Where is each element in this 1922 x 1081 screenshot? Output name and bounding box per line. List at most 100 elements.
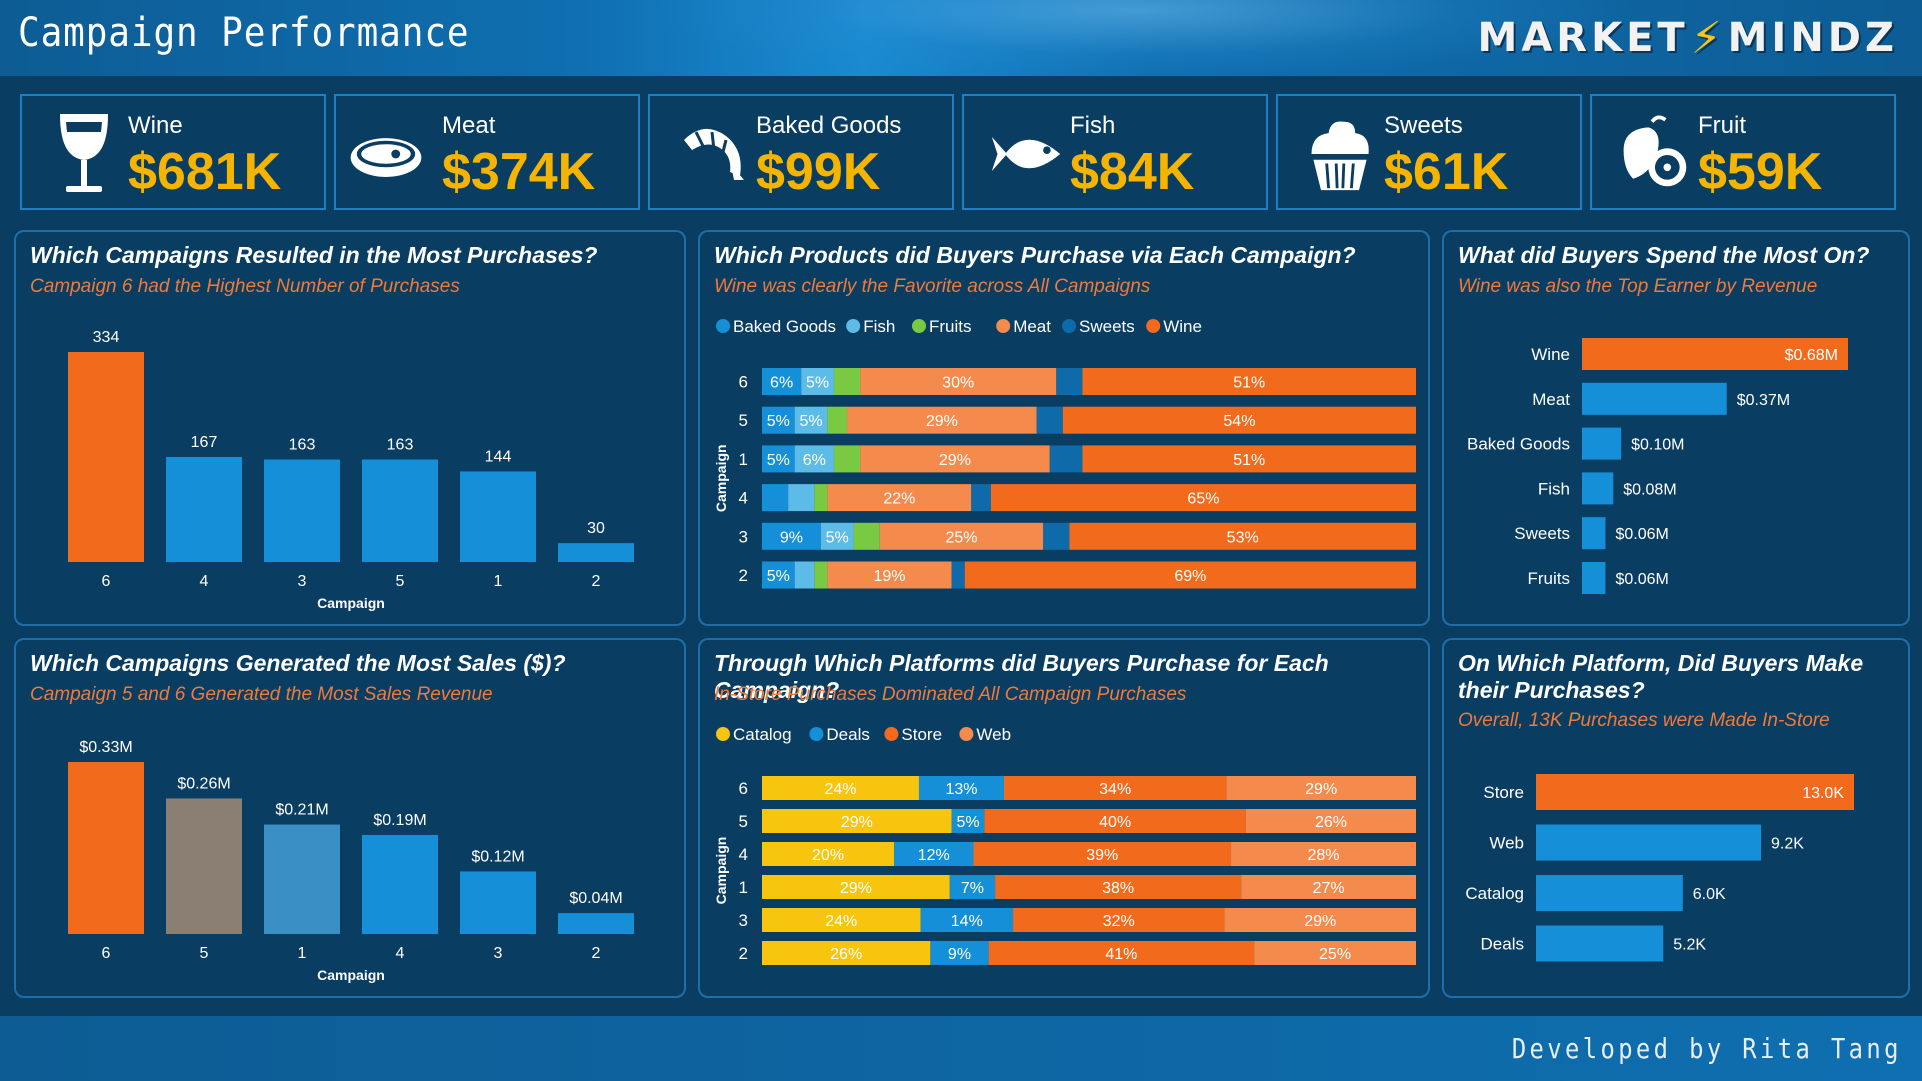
bar: [1582, 472, 1614, 505]
bar: [460, 471, 536, 562]
data-label: 9%: [780, 529, 803, 546]
data-label: 334: [93, 329, 120, 346]
kpi-card-meat: Meat $374K: [334, 94, 640, 210]
bar: [264, 824, 340, 934]
y-tick-label: Baked Goods: [1467, 435, 1570, 454]
legend-label: Deals: [826, 725, 869, 744]
data-label: 5%: [826, 529, 849, 546]
kpi-value: $61K: [1384, 143, 1509, 201]
cupcake-icon: [1311, 121, 1369, 191]
data-label: 9%: [948, 946, 971, 963]
products-stacked-bar-chart: Baked Goods Fish Fruits Meat Sweets Wine 6 6% 5%…: [713, 317, 1416, 589]
data-label: 7%: [961, 880, 984, 897]
panel-platform-totals: On Which Platform, Did Buyers Make their…: [1442, 638, 1910, 998]
data-label: 26%: [830, 946, 862, 963]
header-banner: Campaign Performance MARKET ⚡ MINDZ: [0, 0, 1922, 76]
bar: [1536, 875, 1683, 911]
bar-segment: [1036, 406, 1063, 434]
data-label: $0.04M: [569, 890, 622, 907]
data-label: 19%: [874, 568, 906, 585]
legend-label: Store: [901, 725, 942, 744]
data-label: 30%: [942, 375, 974, 392]
data-label: 29%: [1304, 913, 1336, 930]
data-label: 25%: [945, 529, 977, 546]
bar-segment: [833, 445, 861, 473]
bar: [1536, 925, 1664, 962]
y-axis-title: Campaign: [713, 837, 729, 905]
bar: [362, 459, 438, 562]
developer-credit: Developed by Rita Tang: [1511, 1032, 1902, 1065]
data-label: 24%: [824, 781, 856, 798]
page-title: Campaign Performance: [18, 10, 470, 56]
kpi-label: Baked Goods: [756, 112, 902, 139]
spend-bar-chart: Wine $0.68M Meat $0.37M Baked Goods $0.10M Fis…: [1467, 338, 1848, 594]
legend-label: Meat: [1013, 317, 1051, 336]
y-tick-label: Deals: [1481, 935, 1524, 954]
legend-swatch: [716, 319, 730, 333]
panel-campaign-purchases: Which Campaigns Resulted in the Most Pur…: [14, 230, 686, 626]
data-label: 27%: [1313, 880, 1345, 897]
x-tick-label: 5: [396, 573, 405, 590]
legend-label: Wine: [1163, 317, 1202, 336]
x-tick-label: 2: [592, 945, 601, 962]
bar: [68, 352, 144, 562]
data-label: 12%: [918, 847, 950, 864]
x-tick-label: 3: [298, 573, 307, 590]
data-label: 39%: [1086, 847, 1118, 864]
steak-icon: [350, 138, 422, 177]
data-label: 13%: [945, 781, 977, 798]
y-tick-label: 1: [739, 450, 748, 469]
bar: [362, 834, 438, 934]
data-label: $0.33M: [79, 739, 132, 756]
data-label: 25%: [1319, 946, 1351, 963]
data-label: $0.19M: [373, 812, 426, 829]
kpi-label: Fish: [1070, 112, 1116, 139]
data-label: $0.08M: [1623, 481, 1676, 498]
bar: [1582, 382, 1727, 415]
y-tick-label: 4: [739, 845, 748, 864]
data-label: 32%: [1103, 913, 1135, 930]
x-tick-label: 1: [298, 945, 307, 962]
brand-logo-left: MARKET: [1477, 15, 1689, 61]
y-tick-label: 1: [739, 878, 748, 897]
bar-segment: [794, 561, 815, 589]
bar: [166, 798, 242, 934]
data-label: 29%: [840, 880, 872, 897]
panel-products-by-campaign: Which Products did Buyers Purchase via E…: [698, 230, 1430, 626]
data-label: 5%: [806, 375, 829, 392]
legend-label: Web: [976, 725, 1011, 744]
legend-swatch: [1062, 319, 1076, 333]
kpi-card-baked-goods: Baked Goods $99K: [648, 94, 954, 210]
x-tick-label: 4: [396, 945, 405, 962]
kpi-label: Sweets: [1384, 112, 1463, 139]
legend-label: Fish: [863, 317, 895, 336]
data-label: 163: [387, 437, 414, 454]
data-label: $0.26M: [177, 775, 230, 792]
purchases-bar-chart: 334 6 167 4 163 3 163 5 144 1 30 2 Campaign: [68, 329, 634, 611]
data-label: 5.2K: [1673, 937, 1706, 954]
kpi-value: $681K: [128, 143, 282, 201]
data-label: 14%: [951, 913, 983, 930]
fish-icon: [991, 136, 1061, 172]
bar-segment: [971, 484, 991, 512]
x-tick-label: 6: [102, 573, 111, 590]
y-tick-label: Web: [1489, 834, 1524, 853]
data-label: 28%: [1307, 847, 1339, 864]
y-tick-label: Wine: [1531, 345, 1570, 364]
bar: [264, 459, 340, 562]
y-tick-label: 5: [739, 812, 748, 831]
kpi-card-fruit: Fruit $59K: [1590, 94, 1896, 210]
legend-label: Baked Goods: [733, 317, 836, 336]
panel-campaign-sales: Which Campaigns Generated the Most Sales…: [14, 638, 686, 998]
bar: [558, 913, 634, 934]
data-label: $0.06M: [1615, 526, 1668, 543]
sales-bar-chart: $0.33M 6 $0.26M 5 $0.21M 1 $0.19M 4 $0.12M 3 $0.04…: [68, 739, 634, 983]
y-tick-label: Sweets: [1514, 524, 1570, 543]
data-label: $0.37M: [1737, 392, 1790, 409]
y-axis-title: Campaign: [713, 444, 729, 512]
bar: [1536, 824, 1762, 861]
legend-swatch: [912, 319, 926, 333]
bar-segment: [1056, 368, 1083, 395]
bar-segment: [1043, 522, 1070, 550]
y-tick-label: 3: [739, 911, 748, 930]
